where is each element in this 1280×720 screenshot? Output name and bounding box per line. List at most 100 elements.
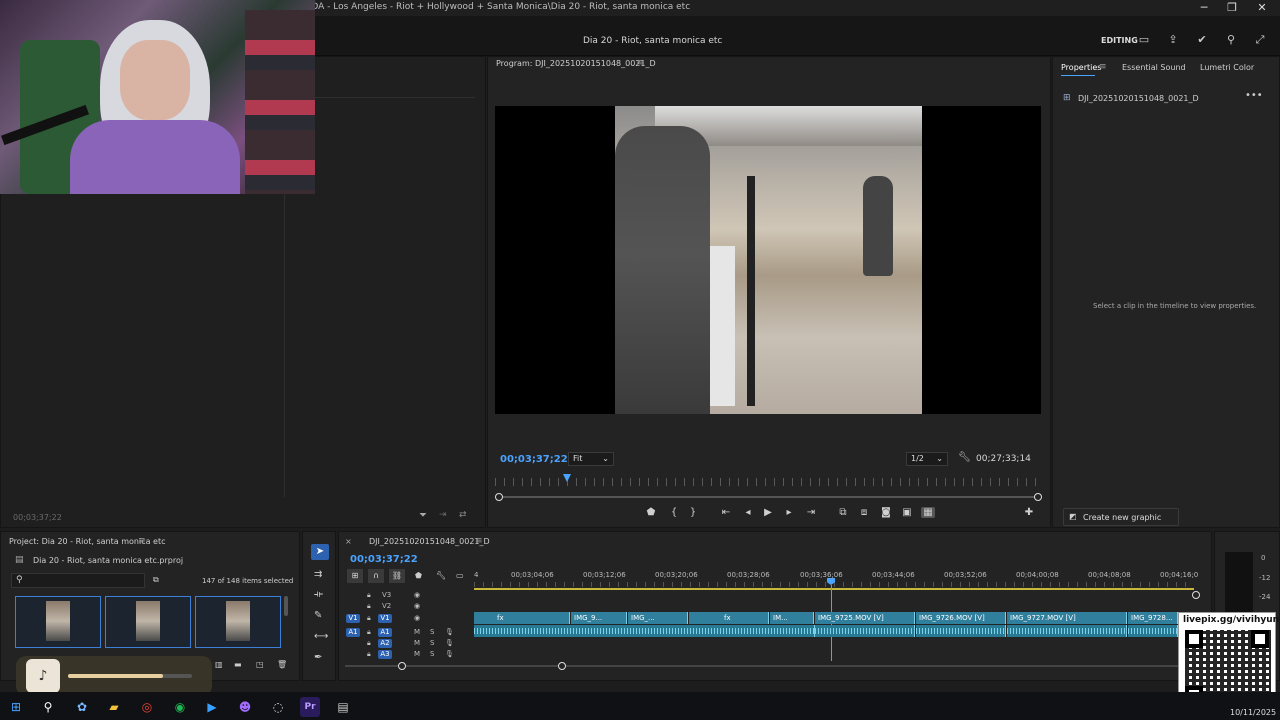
solo-icon[interactable]: S <box>430 639 434 647</box>
timeline-scrollbar[interactable] <box>345 665 1195 667</box>
eye-icon[interactable]: ◉ <box>414 614 420 622</box>
media-thumbnail[interactable] <box>195 596 281 648</box>
audio-clip[interactable] <box>815 625 915 637</box>
share-icon[interactable]: ⇪ <box>1166 33 1180 47</box>
microphone-icon[interactable]: 🎙︎ <box>445 650 454 658</box>
go-to-in-icon[interactable]: ⇤ <box>719 507 733 518</box>
camera-icon[interactable]: ◙ <box>879 507 893 518</box>
snap-icon[interactable]: ∩ <box>368 569 384 583</box>
video-clip[interactable]: fx <box>474 612 570 624</box>
tab-lumetri-color[interactable]: Lumetri Color <box>1200 63 1254 72</box>
insert-icon[interactable]: ⇥ <box>439 510 447 520</box>
new-bin-icon[interactable]: ▬ <box>234 660 242 669</box>
video-clip[interactable]: IM... <box>770 612 814 624</box>
mark-out-icon[interactable]: } <box>686 507 700 518</box>
zoom-scrollbar[interactable] <box>499 496 1039 498</box>
video-clip[interactable]: IMG_9727.MOV [V] <box>1007 612 1127 624</box>
create-graphic-button[interactable]: ◩ Create new graphic <box>1063 508 1179 526</box>
minimize-button[interactable]: ─ <box>1190 0 1218 16</box>
audio-clip[interactable] <box>1128 625 1178 637</box>
media-thumbnail[interactable] <box>105 596 191 648</box>
more-options-icon[interactable]: ••• <box>1245 90 1263 101</box>
work-area-bar[interactable] <box>474 588 1194 590</box>
tab-properties[interactable]: Properties <box>1061 63 1101 72</box>
new-bin-from-search-icon[interactable]: ⧉ <box>153 575 159 585</box>
captions-icon[interactable]: ▭ <box>456 571 464 580</box>
extract-icon[interactable]: ⧈ <box>857 507 871 518</box>
source-patch-a1[interactable]: A1 <box>346 628 360 637</box>
panel-menu-icon[interactable]: ≡ <box>475 536 483 546</box>
mute-icon[interactable]: M <box>414 650 420 658</box>
timeline-timecode[interactable]: 00;03;37;22 <box>350 554 418 565</box>
button-editor-icon[interactable]: ✚ <box>1022 507 1036 518</box>
video-clip[interactable]: IMG_... <box>628 612 688 624</box>
fullscreen-icon[interactable]: ⤢ <box>1253 33 1267 47</box>
track-a3-label[interactable]: A3 <box>378 650 392 659</box>
video-clip[interactable]: fx <box>689 612 769 624</box>
lock-icon[interactable]: 🔒︎ <box>367 650 371 659</box>
windows-start-icon[interactable]: ⊞ <box>6 697 26 717</box>
lock-icon[interactable]: 🔒︎ <box>367 591 371 600</box>
lock-icon[interactable]: 🔒︎ <box>367 602 371 611</box>
timeline-zoom-handle[interactable] <box>1192 591 1200 599</box>
close-sequence-icon[interactable]: × <box>345 537 352 546</box>
track-a1-label[interactable]: A1 <box>378 628 392 637</box>
new-item-icon[interactable]: ◳ <box>256 660 264 669</box>
discord-icon[interactable]: ☻ <box>235 697 255 717</box>
slip-tool-icon[interactable]: ⟷ <box>314 631 328 642</box>
nest-toggle-icon[interactable]: ⊞ <box>347 569 363 583</box>
icon-view-icon[interactable]: ▥ <box>215 660 223 669</box>
app-taskbar-icon[interactable]: ▤ <box>333 697 353 717</box>
ripple-edit-tool-icon[interactable]: ⟛ <box>314 589 323 600</box>
project-scrollbar[interactable] <box>284 596 288 616</box>
pen-tool-icon[interactable]: ✒ <box>314 652 322 663</box>
trash-icon[interactable]: 🗑︎ <box>277 660 287 669</box>
audio-clip[interactable] <box>916 625 1006 637</box>
microphone-icon[interactable]: 🎙︎ <box>445 639 454 647</box>
proxy-toggle-icon[interactable]: ▦ <box>921 507 935 518</box>
export-frame-icon[interactable]: ⇄ <box>459 510 467 520</box>
eye-icon[interactable]: ◉ <box>414 602 420 610</box>
resolution-dropdown[interactable]: 1/2 ⌄ <box>906 452 948 466</box>
play-icon[interactable]: ▶ <box>761 507 775 518</box>
program-ruler[interactable] <box>495 478 1041 486</box>
filter-icon[interactable]: ⏷ <box>419 510 427 521</box>
selection-tool-icon[interactable]: ➤ <box>311 544 329 560</box>
progress-check-icon[interactable]: ✔ <box>1195 33 1209 47</box>
solo-icon[interactable]: S <box>430 628 434 636</box>
video-clip[interactable]: IMG_9726.MOV [V] <box>916 612 1006 624</box>
tab-essential-sound[interactable]: Essential Sound <box>1122 63 1186 72</box>
step-back-icon[interactable]: ◂ <box>741 507 755 518</box>
workspaces-icon[interactable]: ▭ <box>1137 33 1151 47</box>
obs-icon[interactable]: ◌ <box>268 697 288 717</box>
zoom-handle-left[interactable] <box>495 493 503 501</box>
solo-icon[interactable]: S <box>430 650 434 658</box>
lock-icon[interactable]: 🔒︎ <box>367 614 371 623</box>
step-forward-icon[interactable]: ▸ <box>782 507 796 518</box>
mute-icon[interactable]: M <box>414 628 420 636</box>
video-clip[interactable]: IMG_9725.MOV [V] <box>815 612 915 624</box>
fit-dropdown[interactable]: Fit ⌄ <box>568 452 614 466</box>
zoom-handle-right[interactable] <box>1034 493 1042 501</box>
workspace-label[interactable]: EDITING <box>1101 36 1138 45</box>
program-timecode[interactable]: 00;03;37;22 <box>500 454 568 465</box>
terminal-icon[interactable]: ▶ <box>202 697 222 717</box>
marker-icon[interactable]: ⬟ <box>415 571 422 580</box>
add-marker-icon[interactable]: ⬟ <box>644 507 658 518</box>
comparison-view-icon[interactable]: ▣ <box>900 507 914 518</box>
program-title[interactable]: Program: DJI_20251020151048_0021_D <box>496 59 656 68</box>
media-thumbnail[interactable] <box>15 596 101 648</box>
mark-in-icon[interactable]: { <box>667 507 681 518</box>
search-icon[interactable]: ⚲ <box>38 697 58 717</box>
lock-icon[interactable]: 🔒︎ <box>367 628 371 637</box>
timeline-scroll-handle-right[interactable] <box>558 662 566 670</box>
go-to-out-icon[interactable]: ⇥ <box>804 507 818 518</box>
track-v1-label[interactable]: V1 <box>378 614 392 623</box>
spotify-icon[interactable]: ◉ <box>170 697 190 717</box>
copilot-icon[interactable]: ✿ <box>72 697 92 717</box>
razor-tool-icon[interactable]: ✎ <box>314 610 322 621</box>
mute-icon[interactable]: M <box>414 639 420 647</box>
maximize-button[interactable]: ❐ <box>1218 0 1246 16</box>
panel-menu-icon[interactable]: ≡ <box>636 58 644 68</box>
linked-selection-icon[interactable]: ⛓ <box>389 569 405 583</box>
